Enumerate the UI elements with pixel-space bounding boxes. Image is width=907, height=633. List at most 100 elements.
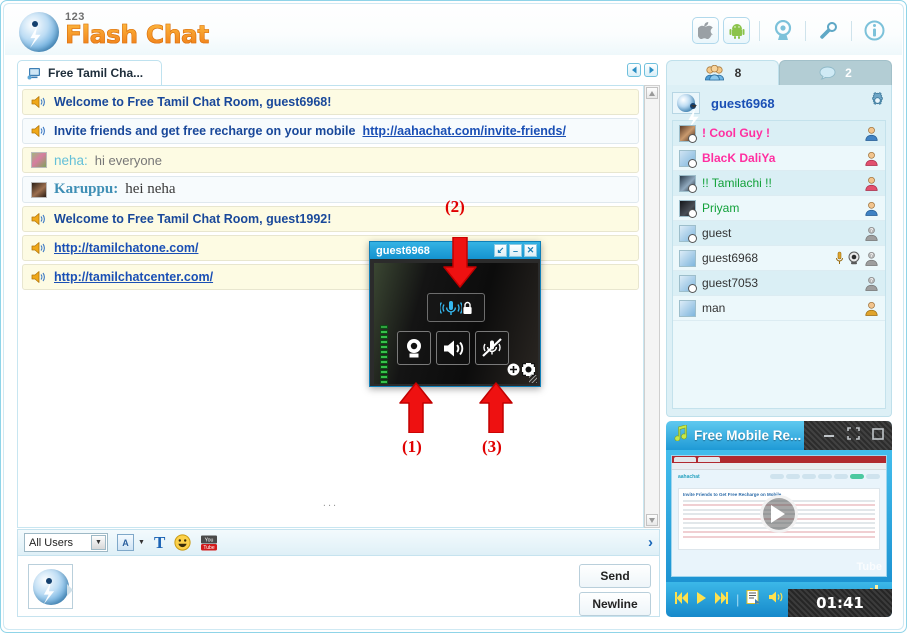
play-icon[interactable] xyxy=(696,591,707,609)
avatar xyxy=(679,174,697,193)
media-player-titlebar[interactable]: Free Mobile Re... xyxy=(666,421,892,450)
chevron-down-icon[interactable]: ▼ xyxy=(138,539,145,546)
scroll-down-button[interactable] xyxy=(646,514,658,526)
restore-icon[interactable]: ↙ xyxy=(494,244,507,257)
play-overlay-button[interactable] xyxy=(760,494,798,533)
user-name: Priyam xyxy=(702,201,740,215)
playlist-icon[interactable] xyxy=(746,590,761,609)
users-icon xyxy=(704,65,724,81)
list-item[interactable]: guest7053 ? xyxy=(673,271,885,296)
gear-icon[interactable] xyxy=(869,92,886,114)
text-format-button[interactable]: T xyxy=(154,533,165,553)
expand-icon[interactable] xyxy=(847,427,860,445)
smiley-icon xyxy=(174,534,191,551)
emoji-button[interactable] xyxy=(174,534,191,551)
user-badges xyxy=(864,201,879,216)
list-item[interactable]: !! Tamilachi !! xyxy=(673,171,885,196)
youtube-button[interactable]: You Tube xyxy=(200,535,218,551)
apple-icon[interactable] xyxy=(692,17,719,44)
toolbar-divider xyxy=(759,20,760,41)
list-item[interactable]: man xyxy=(673,296,885,321)
browser-urlbar xyxy=(672,463,886,470)
logo-text: 123 Flash Chat xyxy=(65,11,210,47)
my-avatar[interactable] xyxy=(28,564,73,609)
user-badges xyxy=(864,151,879,166)
text-format-icon: T xyxy=(153,532,166,552)
mic-lock-button[interactable] xyxy=(427,293,485,322)
browser-tabbar xyxy=(672,456,886,463)
send-button[interactable]: Send xyxy=(579,564,651,588)
room-icon xyxy=(27,67,40,79)
user-name: man xyxy=(702,301,726,315)
close-icon[interactable]: ✕ xyxy=(524,244,537,257)
chat-tab-strip: Free Tamil Cha... xyxy=(17,60,660,85)
music-note-icon xyxy=(674,424,687,446)
speaker-icon xyxy=(31,124,47,138)
tab-prev-button[interactable] xyxy=(627,63,641,77)
unknown-icon: ? xyxy=(865,226,878,241)
scroll-indicator-dots: ... xyxy=(322,497,339,509)
chat-tab-label: Free Tamil Cha... xyxy=(48,66,144,80)
list-item[interactable]: guest6968 ? xyxy=(673,246,885,271)
speaker-button[interactable] xyxy=(436,331,470,365)
list-item[interactable]: guest ? xyxy=(673,221,885,246)
minimize-icon[interactable] xyxy=(823,427,835,445)
message-username: Karuppu: xyxy=(54,181,119,197)
speaker-icon xyxy=(31,95,47,109)
input-toolbar: All Users ▼ A ▼ T You Tube › xyxy=(17,529,660,555)
message-input[interactable] xyxy=(84,560,583,614)
toolbar-expand-button[interactable]: › xyxy=(648,534,653,551)
clock-icon xyxy=(688,208,697,218)
mute-mic-button[interactable] xyxy=(475,331,509,365)
wrench-icon[interactable] xyxy=(815,17,842,44)
media-player-screen[interactable]: aahachat Invite Friends to Get Free Rech… xyxy=(666,450,892,582)
zoom-in-icon[interactable] xyxy=(507,363,520,381)
tab-rooms[interactable]: 2 xyxy=(779,60,892,85)
scroll-up-button[interactable] xyxy=(646,87,658,99)
chevron-down-icon[interactable]: ▼ xyxy=(91,535,106,550)
user-list[interactable]: ! Cool Guy ! BlacK DaliYa !! Tamilachi !… xyxy=(672,120,886,409)
male-icon xyxy=(865,201,878,216)
my-status-button[interactable] xyxy=(672,92,700,114)
webcam-resize-handle[interactable] xyxy=(529,375,537,383)
tab-users[interactable]: 8 xyxy=(666,60,779,85)
restore-icon[interactable] xyxy=(872,427,884,445)
prev-icon[interactable] xyxy=(674,591,689,609)
volume-icon[interactable] xyxy=(768,590,785,609)
user-name: ! Cool Guy ! xyxy=(702,126,770,140)
unknown-icon: ? xyxy=(865,276,878,291)
webcam-button[interactable] xyxy=(397,331,431,365)
speaker-icon xyxy=(31,241,47,255)
webcam-icon[interactable] xyxy=(769,17,796,44)
speaker-icon xyxy=(31,212,47,226)
list-item[interactable]: ! Cool Guy ! xyxy=(673,121,885,146)
chat-scrollbar[interactable] xyxy=(644,85,660,528)
user-badges xyxy=(864,176,879,191)
tab-next-button[interactable] xyxy=(644,63,658,77)
newline-button[interactable]: Newline xyxy=(579,592,651,616)
list-item[interactable]: Priyam xyxy=(673,196,885,221)
recipient-select[interactable]: All Users ▼ xyxy=(24,533,108,552)
media-player-window-controls xyxy=(823,427,884,445)
audio-level-meter xyxy=(380,325,388,384)
message-link[interactable]: http://aahachat.com/invite-friends/ xyxy=(362,124,566,138)
app-header: 123 Flash Chat xyxy=(5,5,902,55)
svg-text:?: ? xyxy=(870,253,873,259)
message-input-body: Send Newline xyxy=(17,555,660,617)
rooms-count: 2 xyxy=(845,66,852,80)
user-badges xyxy=(864,126,879,141)
youtube-icon: You Tube xyxy=(201,535,218,551)
message-list[interactable]: Welcome to Free Tamil Chat Room, guest69… xyxy=(17,85,644,528)
app-window: 123 Flash Chat Free Tamil Cha... Welcome… xyxy=(0,0,907,633)
list-item[interactable]: BlacK DaliYa xyxy=(673,146,885,171)
header-toolbar xyxy=(692,17,888,44)
font-select[interactable]: A ▼ xyxy=(117,534,145,551)
minimize-icon[interactable]: – xyxy=(509,244,522,257)
chat-tab-free-tamil[interactable]: Free Tamil Cha... xyxy=(17,60,163,85)
info-icon[interactable] xyxy=(861,17,888,44)
user-name: guest7053 xyxy=(702,276,759,290)
next-icon[interactable] xyxy=(714,591,729,609)
android-icon[interactable] xyxy=(723,17,750,44)
message-link[interactable]: http://tamilchatcenter.com/ xyxy=(54,270,213,284)
message-link[interactable]: http://tamilchatone.com/ xyxy=(54,241,198,255)
